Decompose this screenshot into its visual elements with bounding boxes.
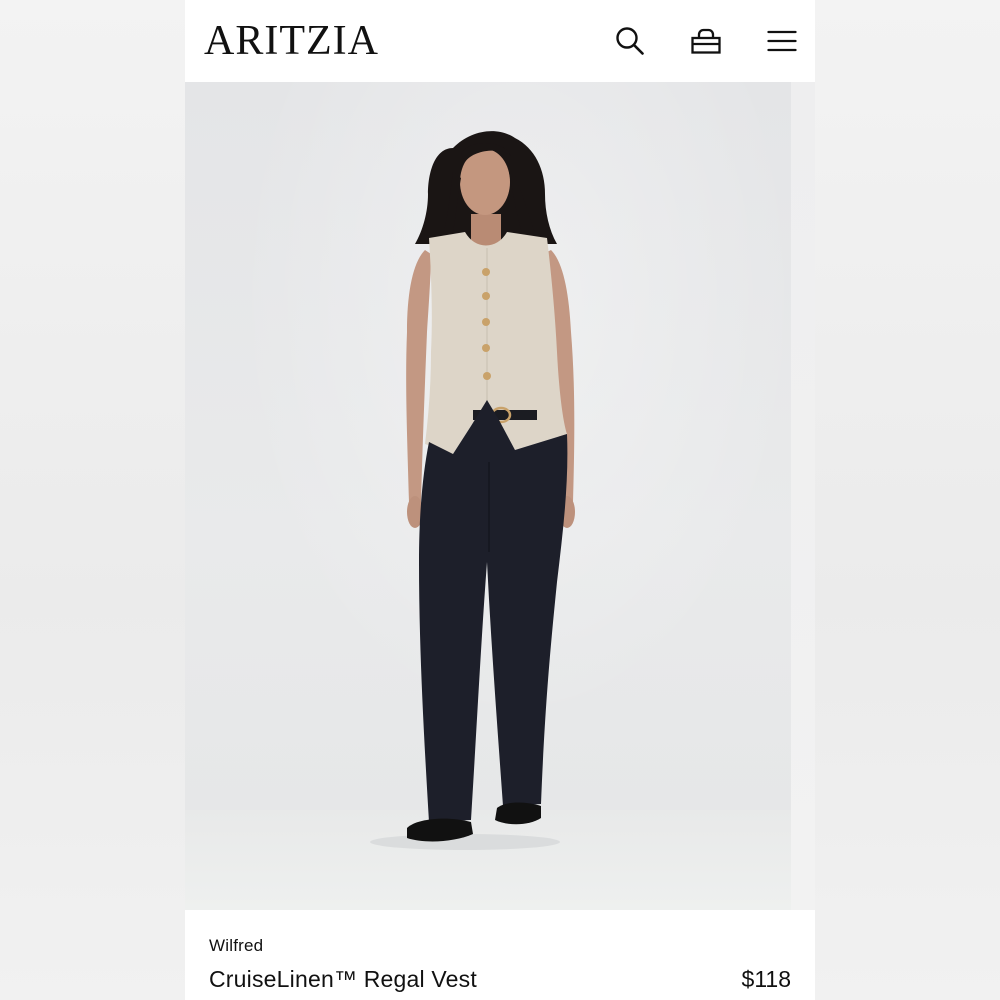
aritzia-logo[interactable]: ARITZIA <box>204 18 379 64</box>
site-header: ARITZIA <box>185 0 815 82</box>
product-price: $118 <box>741 966 791 992</box>
backdrop-left <box>0 0 185 1000</box>
product-screen: ARITZIA Wilfred CruiseLinen™ Regal Vest … <box>185 0 815 1000</box>
next-photo-peek[interactable] <box>791 82 815 910</box>
product-info: Wilfred CruiseLinen™ Regal Vest $118 <box>185 910 815 1000</box>
product-name[interactable]: CruiseLinen™ Regal Vest <box>209 966 477 993</box>
model-figure <box>370 131 575 850</box>
backdrop-right <box>815 0 1000 1000</box>
hamburger-menu-icon[interactable] <box>765 24 799 58</box>
product-brand[interactable]: Wilfred <box>209 936 263 956</box>
product-photo[interactable] <box>185 82 791 910</box>
shopping-bag-icon[interactable] <box>689 24 723 58</box>
search-icon[interactable] <box>613 24 647 58</box>
